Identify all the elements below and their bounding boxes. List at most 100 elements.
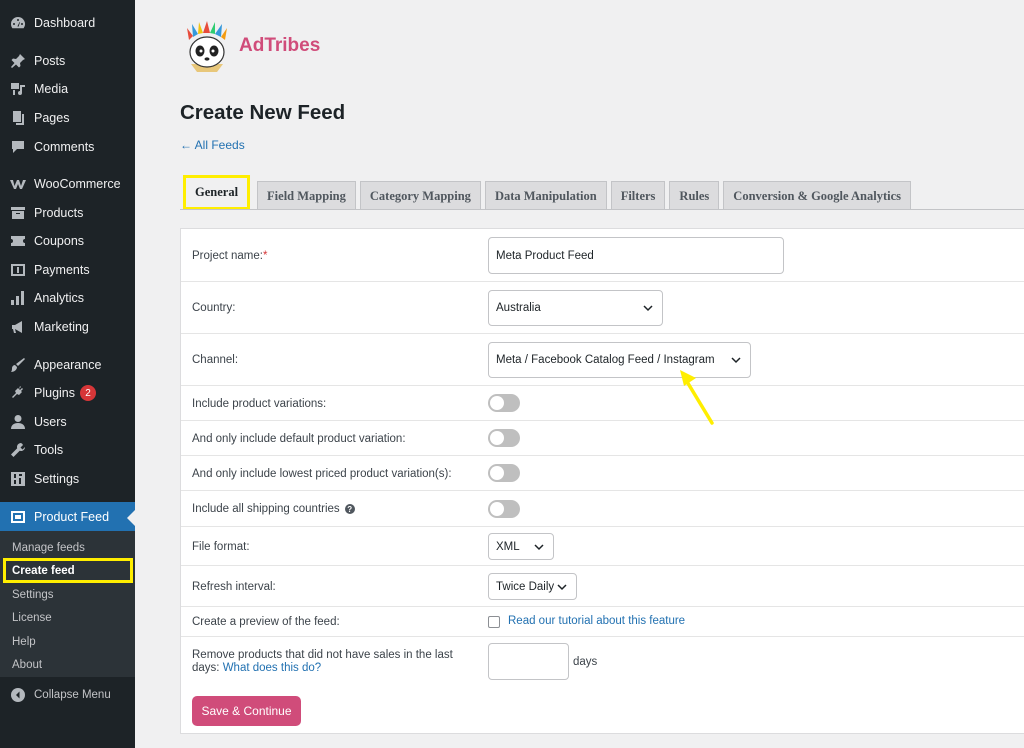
pin-icon xyxy=(0,53,34,69)
sidebar-item-marketing[interactable]: Marketing xyxy=(0,313,135,341)
tab-data-manipulation[interactable]: Data Manipulation xyxy=(484,181,607,210)
adtribes-logo: AdTribes xyxy=(183,20,320,72)
plug-icon xyxy=(0,385,34,401)
tab-conversion-analytics[interactable]: Conversion & Google Analytics xyxy=(723,181,912,210)
sales-days-input[interactable] xyxy=(488,643,569,680)
lowest-variation-label: And only include lowest priced product v… xyxy=(192,467,452,480)
shipping-countries-toggle[interactable] xyxy=(488,500,520,518)
annotation-arrow-icon xyxy=(680,370,714,425)
row-project-name: Project name: * Meta Product Feed xyxy=(181,229,1024,282)
media-icon xyxy=(0,81,34,97)
ticket-icon xyxy=(0,233,34,249)
chevron-down-icon xyxy=(731,357,741,364)
brand-name: AdTribes xyxy=(239,35,321,56)
sidebar-item-analytics[interactable]: Analytics xyxy=(0,284,135,312)
row-country: Country: Australia xyxy=(181,282,1024,334)
submenu-help[interactable]: Help xyxy=(0,630,135,653)
settings-icon xyxy=(0,471,34,487)
sidebar-item-appearance[interactable]: Appearance xyxy=(0,351,135,379)
preview-checkbox[interactable] xyxy=(488,616,500,628)
sidebar-item-woocommerce[interactable]: WooCommerce xyxy=(0,170,135,198)
sidebar-item-coupons[interactable]: Coupons xyxy=(0,227,135,255)
feed-tabs: General Field Mapping Category Mapping D… xyxy=(180,175,915,210)
collapse-menu-button[interactable]: Collapse Menu xyxy=(0,681,135,709)
preview-tutorial-link[interactable]: Read our tutorial about this feature xyxy=(508,615,685,627)
row-lowest-variation: And only include lowest priced product v… xyxy=(181,456,1024,491)
tab-filters[interactable]: Filters xyxy=(610,181,666,210)
megaphone-icon xyxy=(0,319,34,335)
what-does-this-do-link[interactable]: What does this do? xyxy=(223,662,321,674)
tab-general[interactable]: General xyxy=(183,175,251,210)
sidebar-item-plugins[interactable]: Plugins 2 xyxy=(0,379,135,407)
product-feed-submenu: Manage feeds Create feed Settings Licens… xyxy=(0,531,135,677)
sidebar-item-pages[interactable]: Pages xyxy=(0,104,135,132)
refresh-interval-label: Refresh interval: xyxy=(192,580,276,593)
page-title: Create New Feed xyxy=(180,101,346,124)
help-icon[interactable]: ? xyxy=(344,504,355,514)
chevron-down-icon xyxy=(534,543,544,550)
row-file-format: File format: XML xyxy=(181,527,1024,566)
sidebar-item-comments[interactable]: Comments xyxy=(0,133,135,161)
lowest-variation-toggle[interactable] xyxy=(488,464,520,482)
sidebar-item-product-feed[interactable]: Product Feed xyxy=(0,502,135,531)
bar-chart-icon xyxy=(0,290,34,306)
sidebar-item-tools[interactable]: Tools xyxy=(0,436,135,464)
sidebar-item-products[interactable]: Products xyxy=(0,199,135,227)
sidebar-item-posts[interactable]: Posts xyxy=(0,47,135,75)
tab-category-mapping[interactable]: Category Mapping xyxy=(359,181,481,210)
default-variation-label: And only include default product variati… xyxy=(192,432,406,445)
plugins-update-badge: 2 xyxy=(80,385,96,401)
dashboard-icon xyxy=(0,15,34,31)
row-preview: Create a preview of the feed: Read our t… xyxy=(181,607,1024,637)
save-continue-button[interactable]: Save & Continue xyxy=(192,696,301,726)
product-feed-icon xyxy=(0,509,34,525)
submenu-create-feed[interactable]: Create feed xyxy=(3,558,133,583)
wrench-icon xyxy=(0,442,34,458)
admin-sidebar: Dashboard Posts Media Pages Comments Woo… xyxy=(0,0,135,748)
submenu-about[interactable]: About xyxy=(0,653,135,676)
panda-mascot-icon xyxy=(187,21,227,72)
submenu-manage-feeds[interactable]: Manage feeds xyxy=(0,536,135,559)
row-include-variations: Include product variations: xyxy=(181,386,1024,421)
country-label: Country: xyxy=(192,302,236,314)
preview-label: Create a preview of the feed: xyxy=(192,616,340,628)
variations-toggle[interactable] xyxy=(488,394,520,412)
row-shipping-countries: Include all shipping countries ? xyxy=(181,491,1024,527)
sidebar-item-payments[interactable]: Payments xyxy=(0,256,135,284)
refresh-interval-select[interactable]: Twice Daily xyxy=(488,573,577,600)
user-icon xyxy=(0,414,34,430)
channel-label: Channel: xyxy=(192,354,239,366)
row-remove-products: Remove products that did not have sales … xyxy=(181,637,1024,687)
file-format-select[interactable]: XML xyxy=(488,533,554,560)
tab-rules[interactable]: Rules xyxy=(669,181,720,210)
remove-products-label: Remove products that did not have sales … xyxy=(192,649,453,674)
row-channel: Channel: Meta / Facebook Catalog Feed / … xyxy=(181,334,1024,386)
row-default-variation: And only include default product variati… xyxy=(181,421,1024,456)
shipping-countries-label: Include all shipping countries ? xyxy=(192,491,355,527)
tab-field-mapping[interactable]: Field Mapping xyxy=(257,181,356,210)
country-select[interactable]: Australia xyxy=(488,290,663,326)
tab-divider xyxy=(180,209,1024,210)
row-refresh-interval: Refresh interval: Twice Daily xyxy=(181,566,1024,607)
sidebar-item-users[interactable]: Users xyxy=(0,408,135,436)
collapse-arrow-icon xyxy=(0,687,34,703)
project-name-label: Project name: * xyxy=(192,249,268,262)
sidebar-item-settings[interactable]: Settings xyxy=(0,465,135,493)
sidebar-item-dashboard[interactable]: Dashboard xyxy=(0,9,135,37)
sidebar-item-media[interactable]: Media xyxy=(0,75,135,103)
default-variation-toggle[interactable] xyxy=(488,429,520,447)
days-suffix: days xyxy=(573,656,598,668)
brush-icon xyxy=(0,357,34,373)
variations-label: Include product variations: xyxy=(192,397,327,410)
all-feeds-link[interactable]: ← All Feeds xyxy=(180,138,245,152)
project-name-input[interactable]: Meta Product Feed xyxy=(488,237,784,274)
woocommerce-icon xyxy=(0,176,34,192)
chevron-down-icon xyxy=(643,305,653,312)
submenu-license[interactable]: License xyxy=(0,606,135,629)
active-menu-pointer xyxy=(127,510,135,526)
comment-icon xyxy=(0,139,34,155)
archive-icon xyxy=(0,205,34,221)
submenu-settings[interactable]: Settings xyxy=(0,583,135,606)
file-format-label: File format: xyxy=(192,540,250,553)
pages-icon xyxy=(0,110,34,126)
